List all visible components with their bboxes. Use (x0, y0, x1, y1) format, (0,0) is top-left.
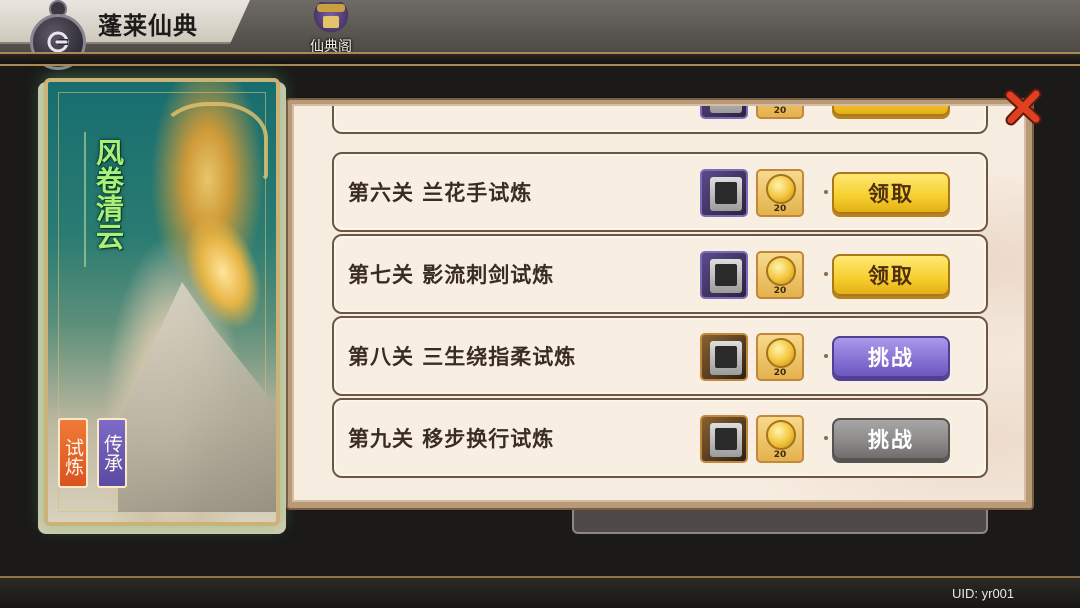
gold-coin-icon[interactable]: 20 (756, 333, 804, 381)
challenge-button[interactable]: 挑战 (832, 336, 950, 378)
top-divider (0, 52, 1080, 66)
claim-button[interactable]: 领取 (832, 254, 950, 296)
button-dot (824, 436, 828, 440)
button-dot (824, 272, 828, 276)
page-title: 蓬莱仙典 (98, 12, 198, 40)
book-title-rule (84, 132, 86, 267)
claim-button[interactable]: 领取 (832, 106, 950, 116)
tab-xiandian-pavilion[interactable]: 仙典阁 (298, 2, 364, 56)
stage-label: 第八关 三生绕指柔试炼 (348, 345, 577, 369)
stage-row: 第七关 影流刺剑试炼 20 领取 (332, 234, 988, 314)
stage-label: 第九关 移步换行试炼 (348, 427, 555, 451)
reward-count: 20 (773, 450, 787, 460)
gold-coin-icon[interactable]: 20 (756, 415, 804, 463)
reward-count: 20 (773, 106, 787, 116)
close-icon (1004, 88, 1042, 126)
reward-count: 20 (773, 286, 787, 296)
reward-count: 20 (773, 204, 787, 214)
gold-coin-icon[interactable]: 20 (756, 169, 804, 217)
stage-label: 第七关 影流刺剑试炼 (348, 263, 555, 287)
close-button[interactable] (1000, 84, 1046, 130)
stage-label: 第六关 兰花手试炼 (348, 181, 533, 205)
skill-scroll-icon[interactable] (700, 169, 748, 217)
challenge-button-locked[interactable]: 挑战 (832, 418, 950, 460)
stage-row: 第五关 风行护体试炼 20 领取 (332, 106, 988, 134)
tab-trial[interactable]: 试炼 (58, 418, 88, 488)
stage-label: 第五关 风行护体试炼 (348, 106, 554, 132)
book-title: 风卷清云 (92, 138, 125, 250)
stage-row: 第八关 三生绕指柔试炼 20 挑战 (332, 316, 988, 396)
stage-row: 第六关 兰花手试炼 20 领取 (332, 152, 988, 232)
claim-button[interactable]: 领取 (832, 172, 950, 214)
reward-count: 20 (773, 368, 787, 378)
stage-list-panel[interactable]: 第五关 风行护体试炼 20 领取 第六关 兰花手试炼 20 领取 第七关 影流刺… (292, 104, 1026, 502)
gold-coin-icon[interactable]: 20 (756, 251, 804, 299)
button-dot (824, 190, 828, 194)
skill-scroll-icon[interactable] (700, 251, 748, 299)
panel-scroll-rod (572, 510, 988, 534)
stage-row: 第九关 移步换行试炼 20 挑战 (332, 398, 988, 478)
skill-scroll-icon[interactable] (700, 333, 748, 381)
bottom-bar (0, 576, 1080, 608)
button-dot (824, 354, 828, 358)
user-id-label: UID: yr001 (952, 586, 1015, 601)
tab-inheritance[interactable]: 传承 (97, 418, 127, 488)
gold-coin-icon[interactable]: 20 (756, 106, 804, 119)
skill-scroll-icon[interactable] (700, 415, 748, 463)
skill-scroll-icon[interactable] (700, 106, 748, 119)
pavilion-icon (311, 2, 351, 35)
